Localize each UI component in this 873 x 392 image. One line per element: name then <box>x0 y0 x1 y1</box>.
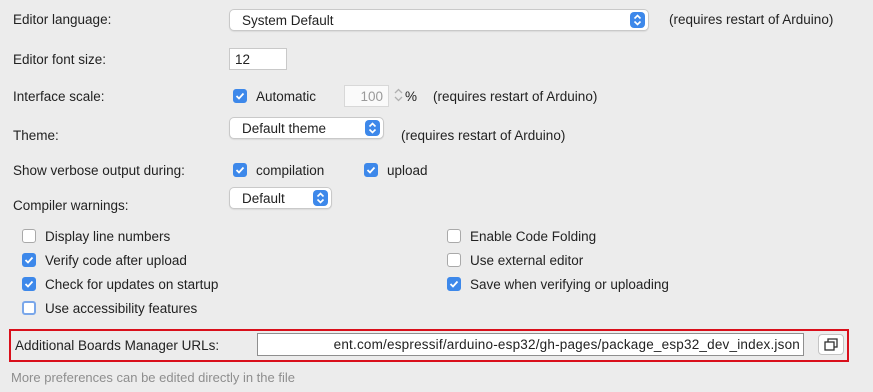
compilation-checkbox[interactable] <box>233 163 247 177</box>
scale-input[interactable]: 100 <box>344 85 389 107</box>
boards-manager-url-input[interactable]: ent.com/espressif/arduino-esp32/gh-pages… <box>257 333 804 356</box>
automatic-label: Automatic <box>256 89 317 104</box>
theme-label: Theme: <box>13 128 59 143</box>
scale-unit: % <box>405 89 418 104</box>
automatic-checkbox[interactable] <box>233 89 247 103</box>
editor-font-size-value: 12 <box>235 52 251 67</box>
window-stack-icon <box>824 338 838 351</box>
chevron-updown-icon <box>365 120 380 136</box>
compiler-warnings-value: Default <box>242 191 285 206</box>
upload-checkbox[interactable] <box>364 163 378 177</box>
editor-font-size-label: Editor font size: <box>13 52 107 67</box>
editor-language-note: (requires restart of Arduino) <box>669 12 834 27</box>
display-line-numbers-label: Display line numbers <box>45 229 171 244</box>
boards-manager-url-value: ent.com/espressif/arduino-esp32/gh-pages… <box>333 337 800 352</box>
checkmark-icon <box>235 92 245 100</box>
check-updates-label: Check for updates on startup <box>45 277 219 292</box>
save-when-verifying-label: Save when verifying or uploading <box>470 277 669 292</box>
verify-after-upload-label: Verify code after upload <box>45 253 187 268</box>
code-folding-checkbox[interactable] <box>447 229 461 243</box>
upload-label: upload <box>387 163 428 178</box>
chevron-updown-icon <box>313 190 328 206</box>
checkmark-icon <box>24 280 34 288</box>
theme-value: Default theme <box>242 121 327 136</box>
save-when-verifying-checkbox[interactable] <box>447 277 461 291</box>
code-folding-label: Enable Code Folding <box>470 229 597 244</box>
display-line-numbers-checkbox[interactable] <box>22 229 36 243</box>
footer-text: More preferences can be edited directly … <box>11 370 295 385</box>
accessibility-checkbox[interactable] <box>22 301 36 315</box>
interface-scale-note: (requires restart of Arduino) <box>433 89 598 104</box>
checkmark-icon <box>235 166 245 174</box>
accessibility-label: Use accessibility features <box>45 301 198 316</box>
compiler-warnings-label: Compiler warnings: <box>13 198 129 213</box>
editor-font-size-input[interactable]: 12 <box>229 48 287 70</box>
compilation-label: compilation <box>256 163 325 178</box>
external-editor-checkbox[interactable] <box>447 253 461 267</box>
checkmark-icon <box>24 256 34 264</box>
interface-scale-label: Interface scale: <box>13 89 105 104</box>
editor-language-select[interactable]: System Default <box>229 9 649 31</box>
external-editor-label: Use external editor <box>470 253 584 268</box>
compiler-warnings-select[interactable]: Default <box>229 187 332 209</box>
checkmark-icon <box>366 166 376 174</box>
checkmark-icon <box>449 280 459 288</box>
stepper-icon[interactable] <box>393 86 404 107</box>
verify-after-upload-checkbox[interactable] <box>22 253 36 267</box>
boards-manager-edit-button[interactable] <box>818 334 844 355</box>
boards-manager-label: Additional Boards Manager URLs: <box>15 338 220 353</box>
chevron-updown-icon <box>630 12 645 28</box>
editor-language-label: Editor language: <box>13 12 112 27</box>
theme-note: (requires restart of Arduino) <box>401 128 566 143</box>
check-updates-checkbox[interactable] <box>22 277 36 291</box>
verbose-output-label: Show verbose output during: <box>13 163 185 178</box>
theme-select[interactable]: Default theme <box>229 117 384 139</box>
editor-language-value: System Default <box>242 13 334 28</box>
scale-value: 100 <box>360 89 383 104</box>
